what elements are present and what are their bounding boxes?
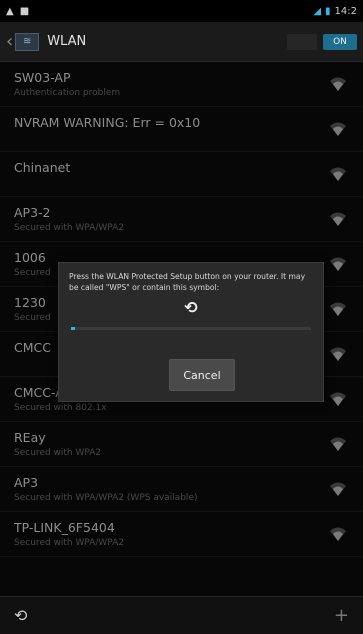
bottom-action-bar: ⟲ +: [0, 596, 363, 634]
wps-progress-fill: [71, 327, 75, 330]
add-network-icon[interactable]: +: [334, 605, 349, 626]
wlan-settings-icon[interactable]: ≋: [15, 32, 40, 51]
action-overflow-button[interactable]: [287, 33, 317, 50]
wlan-toggle[interactable]: ON: [323, 33, 357, 50]
cancel-button[interactable]: Cancel: [169, 359, 235, 391]
wps-icon: ⟲: [184, 298, 198, 317]
status-right: ◢ ▮ 14:2: [313, 6, 357, 17]
action-bar: ‹ ≋ WLAN ON: [0, 22, 363, 62]
battery-icon: ▮: [325, 5, 331, 17]
mobile-signal-icon: ◢: [313, 5, 322, 17]
signal-icon: ▲: [6, 5, 14, 17]
status-bar: ▲ ■ ◢ ▮ 14:2: [0, 0, 363, 22]
status-time: 14:2: [334, 5, 357, 17]
back-chevron-icon[interactable]: ‹: [6, 31, 13, 52]
wps-dialog-message: Press the WLAN Protected Setup button on…: [69, 272, 306, 292]
wps-progress-bar: [71, 327, 311, 330]
wps-icon[interactable]: ⟲: [14, 606, 27, 625]
page-title: WLAN: [47, 34, 87, 49]
wps-dialog: Press the WLAN Protected Setup button on…: [58, 262, 324, 402]
notification-icon: ■: [19, 5, 30, 17]
status-left: ▲ ■: [6, 6, 29, 17]
